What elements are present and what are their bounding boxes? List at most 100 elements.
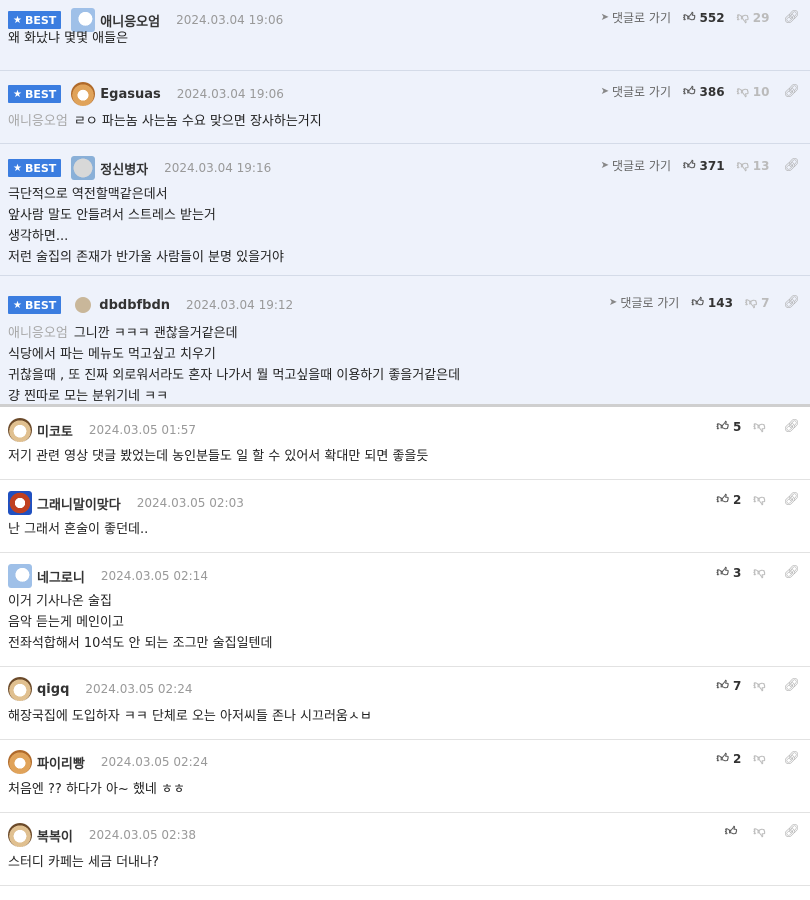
avatar[interactable] (8, 823, 32, 847)
author-nickname[interactable]: 파이리빵 (37, 753, 85, 772)
avatar[interactable] (75, 297, 92, 313)
thumbs-up-icon: 👍︎ (716, 492, 729, 506)
like-button[interactable]: 👍︎ 2 (716, 492, 741, 507)
like-count: 2 (732, 751, 742, 766)
like-button[interactable]: 👍︎ 143 (691, 295, 733, 310)
comment-line: 이거 기사나온 술집 (8, 591, 272, 612)
link-icon[interactable]: 🔗︎ (783, 565, 800, 580)
dislike-button[interactable]: 👎︎ (753, 419, 769, 434)
author-nickname[interactable]: qigq (37, 682, 69, 697)
best-badge: ★ BEST (8, 296, 62, 314)
like-button[interactable]: 👍︎ 5 (716, 419, 741, 434)
author-nickname[interactable]: 애니응오엄 (100, 11, 160, 30)
comment-item: 그래니말이맞다 2024.03.05 02:03 👍︎ 2 👎︎ 🔗︎ 난 그래서 혼술이 … (0, 480, 810, 553)
comment-text: 왜 화났냐 몇몇 애들은 (8, 31, 129, 46)
thumbs-up-icon: 👍︎ (682, 158, 696, 172)
link-icon[interactable]: 🔗︎ (783, 295, 800, 310)
thumbs-up-icon: 👍︎ (716, 565, 729, 579)
avatar[interactable] (8, 418, 32, 442)
comment-line: 애니응오엄 그니깐 ㅋㅋㅋ 괜찮을거같은데 (8, 323, 460, 344)
dislike-button[interactable]: 👎︎ (753, 824, 769, 839)
comment-body: 애니응오엄 ㄹㅇ 파는놈 사는놈 수요 맞으면 장사하는거지 (0, 111, 330, 132)
comment-text: 전좌석합해서 10석도 안 되는 조그만 술집일텐데 (8, 636, 273, 651)
comment-header: 네그로니 2024.03.05 02:14 (0, 564, 208, 588)
link-icon[interactable]: 🔗︎ (783, 751, 800, 766)
link-icon[interactable]: 🔗︎ (783, 419, 800, 434)
dislike-button[interactable]: 👎︎ 7 (745, 295, 770, 310)
avatar[interactable] (8, 564, 32, 588)
comment-header: 파이리빵 2024.03.05 02:24 (0, 750, 208, 774)
avatar[interactable] (71, 82, 96, 106)
go-to-reply-link[interactable]: ➤ 댓글로 가기 (601, 83, 671, 100)
like-count: 371 (699, 158, 725, 173)
dislike-count: 7 (761, 295, 770, 310)
dislike-button[interactable]: 👎︎ 13 (737, 158, 770, 173)
comment-line: 왜 화났냐 몇몇 애들은 (8, 28, 128, 49)
author-nickname[interactable]: 네그로니 (37, 567, 85, 586)
go-to-reply-link[interactable]: ➤ 댓글로 가기 (609, 294, 679, 311)
comment-line: 애니응오엄 ㄹㅇ 파는놈 사는놈 수요 맞으면 장사하는거지 (8, 111, 322, 132)
avatar[interactable] (8, 677, 32, 701)
dislike-button[interactable]: 👎︎ (753, 565, 769, 580)
dislike-button[interactable]: 👎︎ (753, 751, 769, 766)
comment-actions: 👍︎ 2 👎︎ 🔗︎ (716, 751, 800, 766)
comment-text: 해장국집에 도입하자 ㅋㅋ 단체로 오는 아저씨들 존나 시끄러움ㅅㅂ (8, 709, 372, 724)
author-nickname[interactable]: 그래니말이맞다 (37, 494, 121, 513)
comment-line: 식당에서 파는 메뉴도 먹고싶고 치우기 (8, 344, 460, 365)
avatar[interactable] (8, 491, 32, 515)
author-nickname[interactable]: dbdbfbdn (99, 298, 170, 313)
author-nickname[interactable]: 정신병자 (100, 159, 148, 178)
comment-timestamp: 2024.03.04 19:12 (186, 298, 294, 312)
avatar[interactable] (8, 750, 32, 774)
link-icon[interactable]: 🔗︎ (783, 10, 800, 25)
quoted-author[interactable]: 애니응오엄 (8, 326, 68, 341)
author-nickname[interactable]: 복복이 (37, 826, 73, 845)
comment-line: 저기 관련 영상 댓글 봤었는데 농인분들도 일 할 수 있어서 확대만 되면 … (8, 446, 428, 467)
dislike-count: 13 (752, 158, 770, 173)
comment-header: ★ BEST dbdbfbdn 2024.03.04 19:12 (0, 294, 293, 316)
comment-actions: ➤ 댓글로 가기 👍︎ 371 👎︎ 13 🔗︎ (601, 157, 800, 174)
like-button[interactable]: 👍︎ 2 (716, 751, 741, 766)
link-icon[interactable]: 🔗︎ (783, 678, 800, 693)
comment-body: 이거 기사나온 술집 음악 듣는게 메인이고 전좌석합해서 10석도 안 되는 조그… (0, 591, 280, 654)
thumbs-down-icon: 👎︎ (753, 565, 766, 579)
comment-item: 네그로니 2024.03.05 02:14 👍︎ 3 👎︎ 🔗︎ 이거 기사나온 술집 음악 … (0, 553, 810, 667)
link-icon[interactable]: 🔗︎ (783, 84, 800, 99)
quoted-author[interactable]: 애니응오엄 (8, 114, 68, 129)
link-icon[interactable]: 🔗︎ (783, 492, 800, 507)
comment-body: 저기 관련 영상 댓글 봤었는데 농인분들도 일 할 수 있어서 확대만 되면 … (0, 446, 436, 467)
avatar[interactable] (71, 156, 96, 180)
comment-text: 이거 기사나온 술집 (8, 594, 112, 609)
dislike-button[interactable]: 👎︎ (753, 492, 769, 507)
go-to-reply-label: 댓글로 가기 (611, 85, 671, 99)
thumbs-up-icon: 👍︎ (682, 10, 696, 24)
like-button[interactable]: 👍︎ 371 (683, 158, 725, 173)
go-to-reply-label: 댓글로 가기 (611, 159, 671, 173)
author-nickname[interactable]: 미코토 (37, 421, 73, 440)
best-badge-label: BEST (24, 298, 57, 312)
like-button[interactable]: 👍︎ 386 (683, 84, 725, 99)
thumbs-down-icon: 👎︎ (753, 678, 766, 692)
dislike-button[interactable]: 👎︎ 10 (737, 84, 770, 99)
go-to-reply-link[interactable]: ➤ 댓글로 가기 (601, 9, 671, 26)
link-icon[interactable]: 🔗︎ (783, 824, 800, 839)
comment-actions: ➤ 댓글로 가기 👍︎ 143 👎︎ 7 🔗︎ (609, 294, 800, 311)
like-button[interactable]: 👍︎ 3 (716, 565, 741, 580)
send-arrow-icon: ➤ (600, 12, 609, 23)
author-nickname[interactable]: Egasuas (100, 87, 160, 102)
comment-item: ★ BEST 애니응오엄 2024.03.04 19:06 ➤ 댓글로 가기 👍︎ 552 👎︎… (0, 0, 810, 71)
dislike-button[interactable]: 👎︎ 29 (737, 10, 770, 25)
like-button[interactable]: 👍︎ 7 (716, 678, 741, 693)
comment-header: ★ BEST 정신병자 2024.03.04 19:16 (0, 156, 271, 180)
link-icon[interactable]: 🔗︎ (783, 158, 800, 173)
comment-item: 복복이 2024.03.05 02:38 👍︎ 👎︎ 🔗︎ 스터디 카페는 세금 더내나? (0, 813, 810, 886)
best-badge: ★ BEST (8, 159, 62, 177)
thumbs-up-icon: 👍︎ (716, 751, 729, 765)
like-button[interactable]: 👍︎ (725, 824, 742, 839)
best-badge-label: BEST (24, 13, 57, 27)
go-to-reply-link[interactable]: ➤ 댓글로 가기 (601, 157, 671, 174)
dislike-button[interactable]: 👎︎ (753, 678, 769, 693)
like-button[interactable]: 👍︎ 552 (683, 10, 725, 25)
comment-text: 저기 관련 영상 댓글 봤었는데 농인분들도 일 할 수 있어서 확대만 되면 … (8, 449, 429, 464)
comment-item: 파이리빵 2024.03.05 02:24 👍︎ 2 👎︎ 🔗︎ 처음엔 ?? 하다가 아~… (0, 740, 810, 813)
